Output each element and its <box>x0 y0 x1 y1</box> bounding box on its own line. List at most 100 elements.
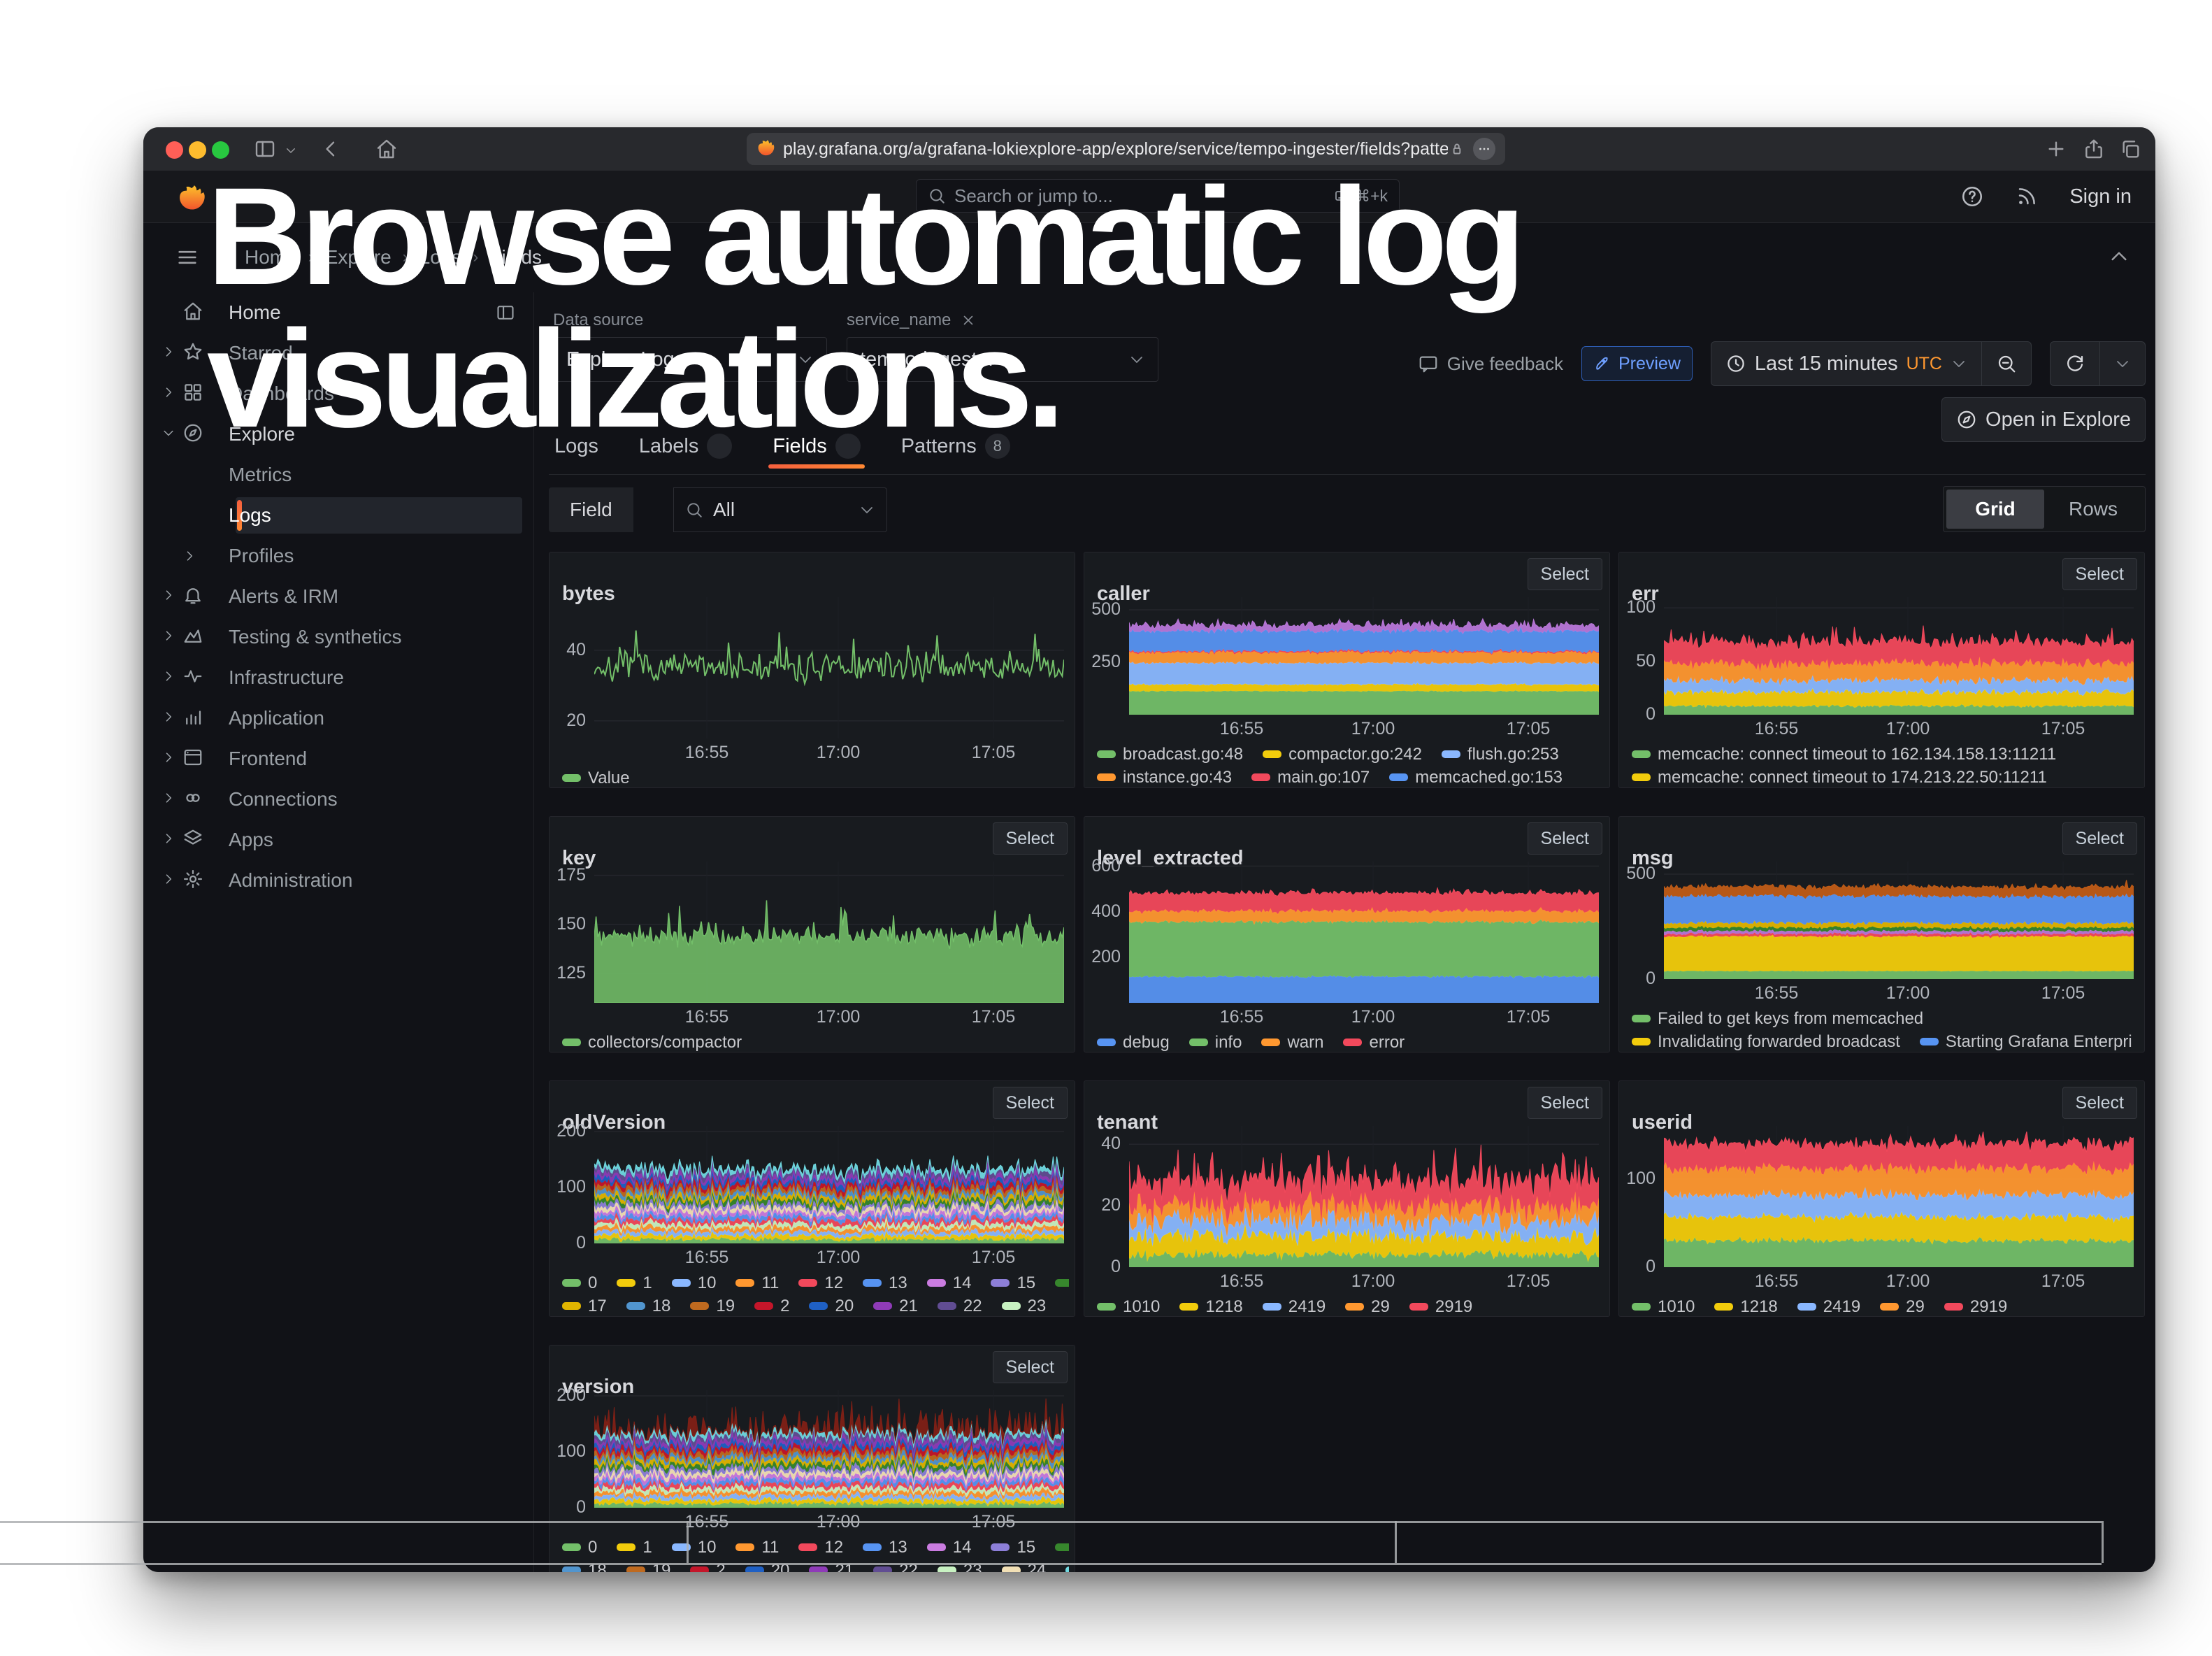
sidebar-item-profiles[interactable]: Profiles <box>143 536 533 576</box>
legend-item[interactable]: 2419 <box>1797 1297 1860 1317</box>
legend-item[interactable]: 11 <box>735 1273 779 1293</box>
rss-icon[interactable] <box>2015 185 2039 208</box>
legend-item[interactable]: debug <box>1097 1033 1170 1052</box>
sidebar-item-testing-synthetics[interactable]: Testing & synthetics <box>143 617 533 657</box>
legend-item[interactable]: broadcast.go:48 <box>1097 745 1243 764</box>
legend-item[interactable]: memcache: connect timeout to 174.213.22.… <box>1632 768 2047 787</box>
legend-item[interactable]: Starting Grafana Enterpri <box>1920 1032 2132 1052</box>
legend-item[interactable]: 15 <box>991 1538 1035 1557</box>
legend-item[interactable]: 2919 <box>1409 1297 1472 1317</box>
legend-item[interactable]: 18 <box>562 1561 607 1573</box>
legend-item[interactable]: 14 <box>927 1538 972 1557</box>
refresh-interval-button[interactable] <box>2100 341 2146 386</box>
legend-item[interactable]: 22 <box>938 1297 982 1316</box>
view-toggle-rows[interactable]: Rows <box>2044 490 2142 529</box>
sidebar-item-application[interactable]: Application <box>143 698 533 738</box>
sidebar-item-apps[interactable]: Apps <box>143 820 533 860</box>
legend-item[interactable]: warn <box>1261 1033 1323 1052</box>
legend-item[interactable]: 23 <box>938 1561 982 1573</box>
sign-in-link[interactable]: Sign in <box>2069 185 2132 208</box>
legend-item[interactable]: 2 <box>1065 1561 1069 1573</box>
legend-item[interactable]: 13 <box>863 1538 907 1557</box>
grafana-logo[interactable] <box>177 182 208 216</box>
sidebar-item-alerts-irm[interactable]: Alerts & IRM <box>143 576 533 617</box>
legend-item[interactable]: 19 <box>690 1297 735 1316</box>
new-tab-icon[interactable] <box>2045 138 2067 160</box>
collapse-icon[interactable] <box>2108 245 2130 268</box>
legend-item[interactable]: 11 <box>735 1538 779 1557</box>
select-button[interactable]: Select <box>993 822 1068 855</box>
legend-item[interactable]: compactor.go:242 <box>1263 745 1422 764</box>
legend-item[interactable]: 24 <box>1002 1561 1047 1573</box>
select-button[interactable]: Select <box>2062 822 2137 855</box>
sidebar-item-infrastructure[interactable]: Infrastructure <box>143 657 533 698</box>
select-button[interactable]: Select <box>1528 558 1602 590</box>
legend-item[interactable]: 13 <box>863 1273 907 1293</box>
share-icon[interactable] <box>2083 138 2105 160</box>
select-button[interactable]: Select <box>2062 1087 2137 1119</box>
time-range-button[interactable]: Last 15 minutes UTC <box>1711 341 1982 386</box>
legend-item[interactable]: 1218 <box>1714 1297 1777 1317</box>
legend-item[interactable]: 20 <box>809 1297 854 1316</box>
legend-item[interactable]: 19 <box>626 1561 671 1573</box>
select-button[interactable]: Select <box>1528 1087 1602 1119</box>
sidebar-item-administration[interactable]: Administration <box>143 860 533 901</box>
legend-item[interactable]: 20 <box>745 1561 790 1573</box>
legend-item[interactable]: 2 <box>690 1561 725 1573</box>
select-button[interactable]: Select <box>993 1087 1068 1119</box>
legend-item[interactable]: 2419 <box>1263 1297 1326 1317</box>
legend-item[interactable]: 1 <box>617 1273 652 1293</box>
field-search-select[interactable]: All <box>673 487 887 532</box>
legend-item[interactable]: error <box>1343 1033 1405 1052</box>
sidebar-item-connections[interactable]: Connections <box>143 779 533 820</box>
legend-item[interactable]: 0 <box>562 1273 597 1293</box>
legend-item[interactable]: 2 <box>754 1297 789 1316</box>
sidebar-item-metrics[interactable]: Metrics <box>143 455 533 495</box>
legend-item[interactable]: 1010 <box>1632 1297 1695 1317</box>
legend-item[interactable]: instance.go:43 <box>1097 768 1232 787</box>
legend-item[interactable]: Value <box>562 769 630 788</box>
refresh-button[interactable] <box>2050 341 2100 386</box>
legend-item[interactable]: 23 <box>1002 1297 1047 1316</box>
legend-item[interactable]: 21 <box>873 1297 918 1316</box>
legend-item[interactable]: 29 <box>1880 1297 1925 1317</box>
home-icon[interactable] <box>375 138 398 160</box>
legend-item[interactable]: 1218 <box>1179 1297 1242 1317</box>
legend-item[interactable]: memcached.go:153 <box>1389 768 1563 787</box>
select-button[interactable]: Select <box>1528 822 1602 855</box>
legend-item[interactable]: 12 <box>798 1273 843 1293</box>
legend-item[interactable]: 16 <box>1055 1273 1069 1293</box>
legend-item[interactable]: collectors/compactor <box>562 1033 742 1052</box>
legend-item[interactable]: 16 <box>1055 1538 1069 1557</box>
sidebar-item-logs[interactable]: Logs <box>143 495 533 536</box>
legend-item[interactable]: 2919 <box>1944 1297 2007 1317</box>
legend-item[interactable]: 18 <box>626 1297 671 1316</box>
preview-badge[interactable]: Preview <box>1581 346 1693 381</box>
sidebar-item-frontend[interactable]: Frontend <box>143 738 533 779</box>
select-button[interactable]: Select <box>993 1351 1068 1383</box>
legend-item[interactable]: memcache: connect timeout to 162.134.158… <box>1632 745 2056 764</box>
legend-item[interactable]: info <box>1189 1033 1242 1052</box>
legend-item[interactable]: main.go:107 <box>1251 768 1370 787</box>
legend-item[interactable]: 21 <box>809 1561 854 1573</box>
mega-menu-icon[interactable] <box>175 245 199 269</box>
back-icon[interactable] <box>319 138 342 160</box>
legend-item[interactable]: Invalidating forwarded broadcast <box>1632 1032 1900 1052</box>
minimize-window-button[interactable] <box>189 141 206 159</box>
ellipsis-icon[interactable] <box>1473 138 1495 160</box>
legend-item[interactable]: 10 <box>672 1538 717 1557</box>
tab-overview-icon[interactable] <box>2119 138 2141 160</box>
legend-item[interactable]: 29 <box>1345 1297 1390 1317</box>
legend-item[interactable]: Failed to get keys from memcached <box>1632 1009 1923 1029</box>
legend-item[interactable]: flush.go:253 <box>1442 745 1559 764</box>
legend-item[interactable]: 0 <box>562 1538 597 1557</box>
legend-item[interactable]: 14 <box>927 1273 972 1293</box>
legend-item[interactable]: 1010 <box>1097 1297 1160 1317</box>
legend-item[interactable]: 15 <box>991 1273 1035 1293</box>
legend-item[interactable]: 12 <box>798 1538 843 1557</box>
legend-item[interactable]: 1 <box>617 1538 652 1557</box>
zoom-out-button[interactable] <box>1982 341 2032 386</box>
zoom-window-button[interactable] <box>212 141 229 159</box>
sidebar-toggle-icon[interactable] <box>254 138 276 160</box>
legend-item[interactable]: 10 <box>672 1273 717 1293</box>
